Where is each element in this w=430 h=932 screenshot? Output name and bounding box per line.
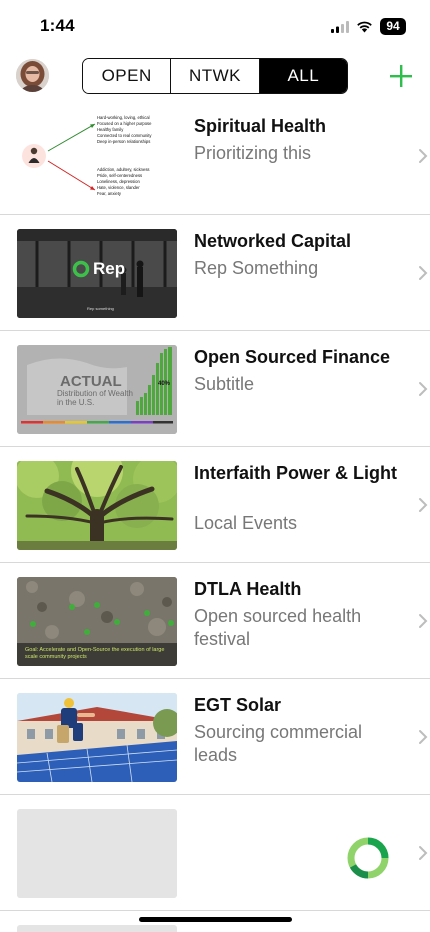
rep-logo: Rep bbox=[72, 259, 125, 279]
positive-traits: Hard-working, loving, ethical Focused on… bbox=[97, 115, 151, 145]
item-subtitle: Rep Something bbox=[194, 258, 319, 278]
list-item[interactable] bbox=[0, 795, 430, 911]
trait-text: Deep in-person relationships bbox=[97, 139, 151, 144]
item-subtitle: Open sourced health festival bbox=[194, 606, 362, 649]
item-title: Interfaith Power & Light bbox=[194, 463, 398, 483]
filter-segmented-control: OPEN NTWK ALL bbox=[82, 58, 348, 94]
list-item[interactable]: Rep Rep something Networked Capital Rep … bbox=[0, 215, 430, 331]
thumbnail-placeholder bbox=[17, 809, 177, 898]
tree-photo bbox=[17, 461, 177, 550]
thumb-heading: ACTUAL bbox=[60, 373, 122, 390]
thumbnail-open-sourced-finance: ACTUAL Distribution of Wealth in the U.S… bbox=[17, 345, 177, 434]
list-item[interactable]: EGT Solar Sourcing commercial leads bbox=[0, 679, 430, 795]
segment-open[interactable]: OPEN bbox=[83, 59, 172, 93]
chevron-right-icon bbox=[419, 614, 428, 628]
chevron-right-icon bbox=[419, 382, 428, 396]
item-subtitle: Sourcing commercial leads bbox=[194, 722, 363, 765]
project-list: Hard-working, loving, ethical Focused on… bbox=[0, 100, 430, 911]
next-thumbnail-peek bbox=[17, 925, 177, 932]
solar-photo bbox=[17, 693, 177, 782]
status-time: 1:44 bbox=[40, 16, 75, 35]
thumb-caption: Rep something bbox=[87, 306, 114, 311]
add-button[interactable] bbox=[388, 63, 414, 89]
plus-icon bbox=[390, 65, 412, 87]
status-bar: 1:44 94 bbox=[0, 0, 430, 54]
signal-icon bbox=[331, 20, 349, 33]
chevron-right-icon bbox=[419, 846, 428, 860]
thumb-subheading: Distribution of Wealth in the U.S. bbox=[57, 389, 133, 407]
item-title: Open Sourced Finance bbox=[194, 347, 391, 367]
home-indicator[interactable] bbox=[139, 917, 292, 922]
rep-ring-icon bbox=[72, 260, 90, 278]
item-subtitle: Prioritizing this bbox=[194, 143, 312, 163]
item-title: DTLA Health bbox=[194, 579, 302, 599]
item-title: Spiritual Health bbox=[194, 116, 327, 136]
item-title: EGT Solar bbox=[194, 695, 282, 715]
thumbnail-egt-solar bbox=[17, 693, 177, 782]
segment-ntwk[interactable]: NTWK bbox=[171, 59, 260, 93]
segment-all[interactable]: ALL bbox=[259, 59, 347, 93]
loading-spinner-icon bbox=[347, 837, 389, 879]
chevron-right-icon bbox=[419, 149, 428, 163]
thumb-caption: Goal: Accelerate and Open-Source the exe… bbox=[25, 647, 165, 660]
trait-text: Fear, anxiety bbox=[97, 191, 121, 196]
avatar[interactable] bbox=[16, 59, 49, 92]
list-item[interactable]: ACTUAL Distribution of Wealth in the U.S… bbox=[0, 331, 430, 447]
list-item[interactable]: Interfaith Power & Light Local Events bbox=[0, 447, 430, 563]
status-icons: 94 bbox=[331, 18, 406, 35]
list-item[interactable]: Hard-working, loving, ethical Focused on… bbox=[0, 100, 430, 215]
item-subtitle: Local Events bbox=[194, 513, 298, 533]
header: OPEN NTWK ALL bbox=[0, 56, 430, 96]
chevron-right-icon bbox=[419, 498, 428, 512]
list-item[interactable]: Goal: Accelerate and Open-Source the exe… bbox=[0, 563, 430, 679]
chevron-right-icon bbox=[419, 266, 428, 280]
thumbnail-dtla-health: Goal: Accelerate and Open-Source the exe… bbox=[17, 577, 177, 666]
rep-logo-text: Rep bbox=[93, 259, 126, 278]
thumbnail-networked-capital: Rep Rep something bbox=[17, 229, 177, 318]
item-subtitle: Subtitle bbox=[194, 374, 255, 394]
negative-traits: Addiction, adultery, sickness Pride, sel… bbox=[97, 167, 150, 197]
wifi-icon bbox=[357, 21, 372, 33]
thumbnail-interfaith bbox=[17, 461, 177, 550]
thumbnail-spiritual-health: Hard-working, loving, ethical Focused on… bbox=[17, 108, 177, 197]
thumb-percent: 40% bbox=[158, 381, 171, 387]
battery-indicator: 94 bbox=[380, 18, 406, 35]
item-title: Networked Capital bbox=[194, 231, 352, 251]
chevron-right-icon bbox=[419, 730, 428, 744]
